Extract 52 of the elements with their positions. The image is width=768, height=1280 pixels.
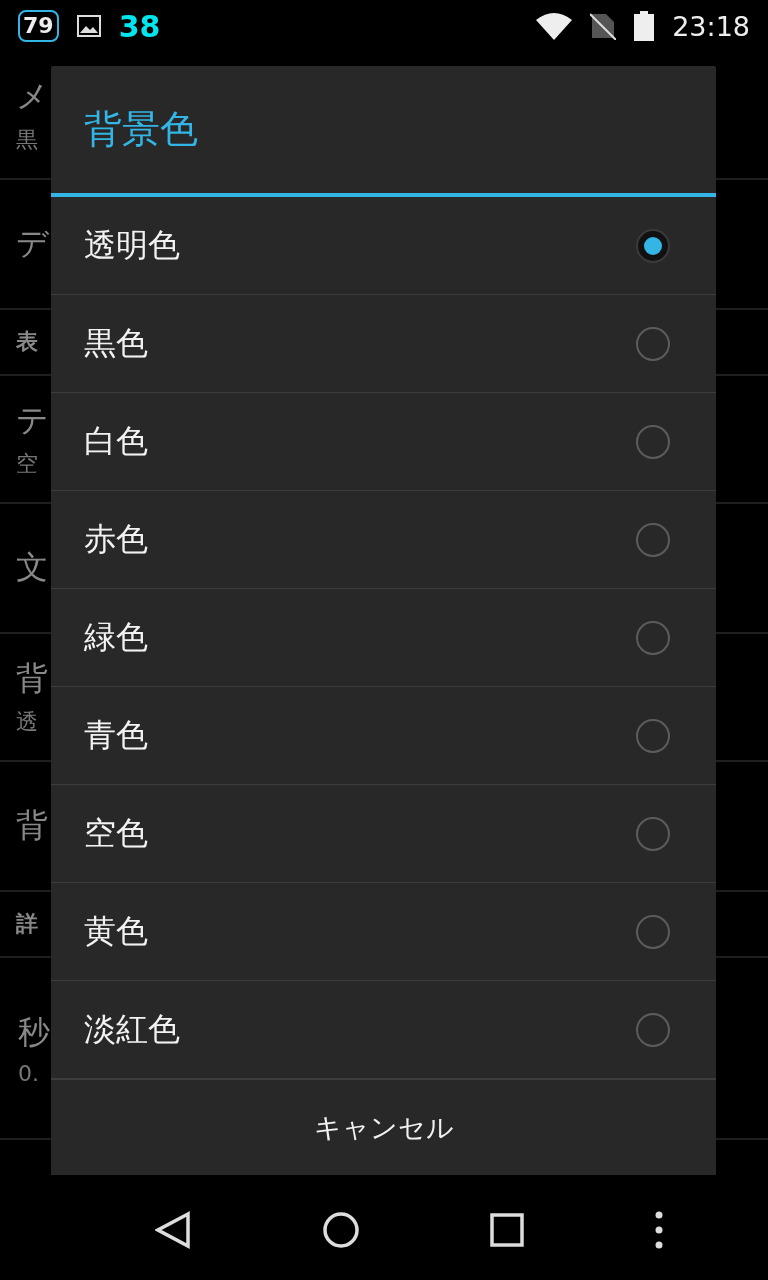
color-option[interactable]: 赤色 <box>51 491 716 589</box>
radio-button[interactable] <box>636 424 670 459</box>
setting-title: 背 <box>16 805 48 846</box>
back-icon[interactable] <box>155 1211 192 1249</box>
recents-icon[interactable] <box>490 1213 525 1247</box>
option-label: 空色 <box>84 812 148 854</box>
option-label: 黄色 <box>84 910 148 952</box>
radio-button[interactable] <box>636 522 670 557</box>
color-option[interactable]: 黒色 <box>51 295 716 393</box>
category-header: 表 <box>16 328 38 356</box>
setting-summary: 0. <box>18 1060 39 1086</box>
wifi-icon <box>536 12 573 40</box>
home-icon[interactable] <box>321 1211 360 1249</box>
category-header: 詳 <box>16 910 38 938</box>
radio-button[interactable] <box>636 914 670 949</box>
option-label: 白色 <box>84 420 148 462</box>
color-option[interactable]: 白色 <box>51 393 716 491</box>
setting-title: 文 <box>16 547 48 588</box>
battery-icon <box>634 11 655 41</box>
setting-title: メ <box>16 76 49 117</box>
setting-summary: 空 <box>16 450 38 478</box>
radio-button[interactable] <box>636 1012 670 1047</box>
option-label: 透明色 <box>84 224 180 266</box>
setting-summary: 黒 <box>16 126 38 154</box>
radio-button[interactable] <box>636 228 670 263</box>
option-label: 青色 <box>84 714 148 756</box>
setting-title: 背 <box>16 658 48 699</box>
setting-title: デ <box>16 223 49 264</box>
setting-title: テ <box>16 400 49 441</box>
radio-button[interactable] <box>636 718 670 753</box>
notification-badge: 79 <box>18 10 59 42</box>
radio-button[interactable] <box>636 326 670 361</box>
more-icon[interactable] <box>654 1211 663 1249</box>
option-label: 緑色 <box>84 616 148 658</box>
dialog-title: 背景色 <box>51 66 716 197</box>
color-option[interactable]: 青色 <box>51 687 716 785</box>
cancel-button[interactable]: キャンセル <box>51 1079 716 1175</box>
radio-button[interactable] <box>636 816 670 851</box>
clock-time: 23:18 <box>672 10 750 42</box>
setting-title: 秒 <box>18 1011 50 1053</box>
image-icon <box>76 15 101 37</box>
option-label: 赤色 <box>84 518 148 560</box>
setting-summary: 透 <box>16 708 38 736</box>
notification-counter: 38 <box>118 8 161 44</box>
option-label: 淡紅色 <box>84 1008 180 1050</box>
color-option[interactable]: 緑色 <box>51 589 716 687</box>
radio-button[interactable] <box>636 620 670 655</box>
no-sim-icon <box>590 12 617 40</box>
option-label: 黒色 <box>84 322 148 364</box>
color-option[interactable]: 黄色 <box>51 883 716 981</box>
color-option[interactable]: 空色 <box>51 785 716 883</box>
color-option[interactable]: 透明色 <box>51 197 716 295</box>
